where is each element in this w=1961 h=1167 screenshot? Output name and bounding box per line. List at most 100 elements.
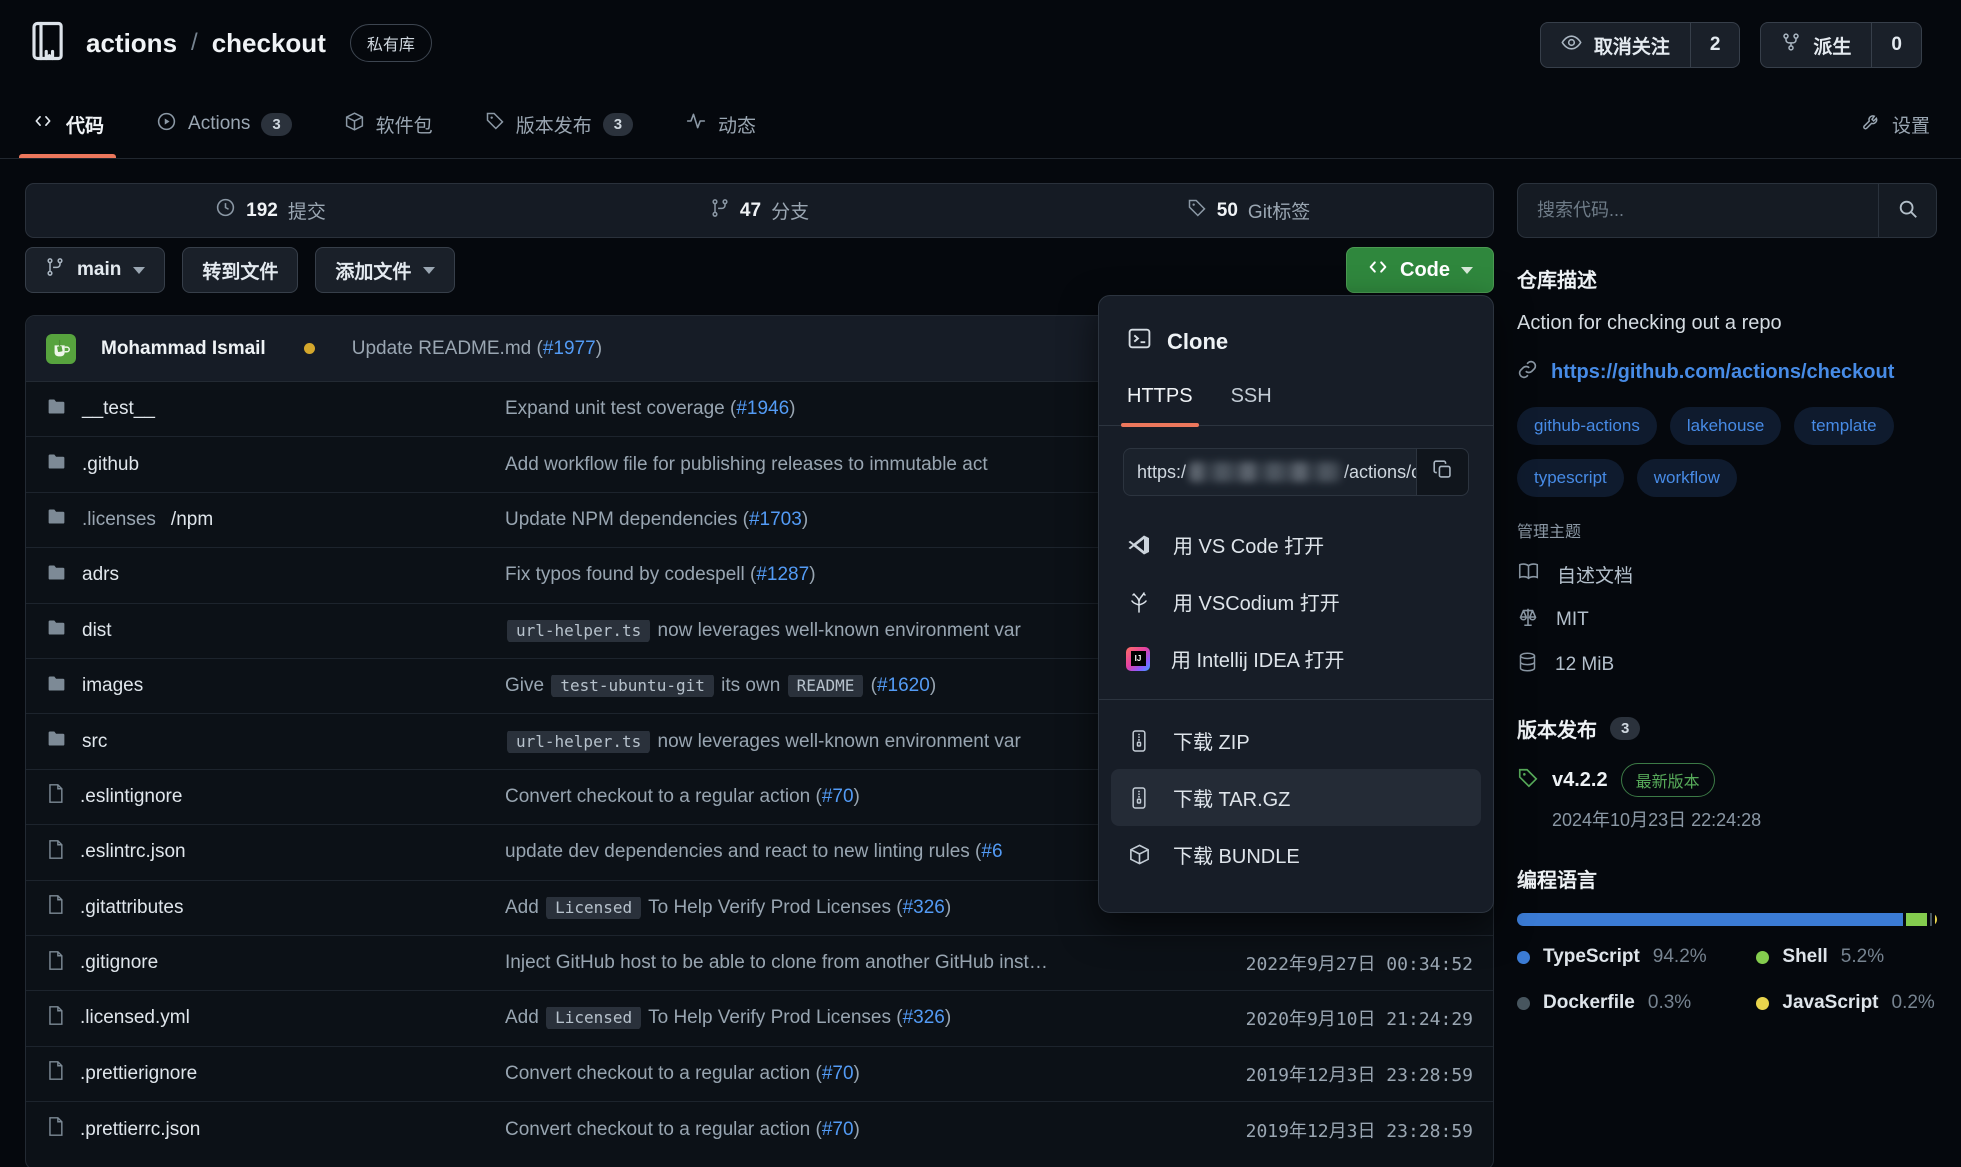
file-link[interactable]: .prettierrc.json <box>46 1116 505 1143</box>
file-link[interactable]: .github <box>46 451 505 478</box>
file-link[interactable]: .licenses/npm <box>46 506 505 533</box>
branches-stat[interactable]: 47 分支 <box>515 197 1004 224</box>
search-button[interactable] <box>1878 184 1936 237</box>
commit-message[interactable]: Convert checkout to a regular action (#7… <box>505 1119 1183 1141</box>
file-link[interactable]: .gitignore <box>46 950 505 977</box>
commits-stat[interactable]: 192 提交 <box>26 197 515 224</box>
search-input[interactable] <box>1518 184 1878 237</box>
issue-link[interactable]: #1977 <box>543 338 596 359</box>
issue-link[interactable]: #1946 <box>736 398 789 419</box>
commit-message[interactable]: Update NPM dependencies (#1703) <box>505 509 1183 531</box>
issue-link[interactable]: #70 <box>822 1063 854 1084</box>
language-legend-item[interactable]: Shell5.2% <box>1756 946 1937 968</box>
avatar[interactable] <box>46 334 76 364</box>
topic-list: github-actions lakehouse template typescrip… <box>1517 407 1937 497</box>
commit-message[interactable]: Add workflow file for publishing release… <box>505 454 1183 476</box>
tab-label: 代码 <box>66 111 104 138</box>
tab-代码[interactable]: 代码 <box>27 90 108 158</box>
forks-count[interactable]: 0 <box>1871 23 1921 67</box>
commit-message[interactable]: Fix typos found by codespell (#1287) <box>505 564 1183 586</box>
file-link[interactable]: .licensed.yml <box>46 1005 505 1032</box>
commit-message[interactable]: Convert checkout to a regular action (#7… <box>505 1063 1183 1085</box>
goto-file-button[interactable]: 转到文件 <box>182 247 298 293</box>
menu-item[interactable]: 下载 ZIP <box>1099 712 1493 769</box>
code-button[interactable]: Code <box>1346 247 1494 293</box>
commit-message[interactable]: Inject GitHub host to be able to clone f… <box>505 952 1183 974</box>
file-link[interactable]: .prettierignore <box>46 1060 505 1087</box>
watchers-count[interactable]: 2 <box>1690 23 1740 67</box>
repo-owner-link[interactable]: actions <box>86 28 177 59</box>
issue-link[interactable]: #1287 <box>756 564 809 585</box>
menu-item[interactable]: 下载 TAR.GZ <box>1111 769 1481 826</box>
commit-date: 2019年12月3日 23:28:59 <box>1183 1117 1473 1143</box>
tab-https[interactable]: HTTPS <box>1127 385 1193 425</box>
commit-message[interactable]: url-helper.ts now leverages well-known e… <box>505 620 1183 642</box>
releases-title[interactable]: 版本发布 <box>1517 714 1597 743</box>
meta-item[interactable]: MIT <box>1517 597 1937 642</box>
add-file-button[interactable]: 添加文件 <box>315 247 455 293</box>
website-link[interactable]: https://github.com/actions/checkout <box>1551 361 1894 384</box>
tab-Actions[interactable]: Actions3 <box>152 90 296 158</box>
issue-link[interactable]: #326 <box>903 897 945 918</box>
file-link[interactable]: src <box>46 728 505 755</box>
message-text: Fix typos found by codespell ( <box>505 564 756 585</box>
file-link[interactable]: .eslintignore <box>46 783 505 810</box>
language-legend-item[interactable]: JavaScript0.2% <box>1756 992 1937 1014</box>
file-link[interactable]: __test__ <box>46 396 505 423</box>
meta-item[interactable]: 自述文档 <box>1517 552 1937 597</box>
commit-status-icon[interactable] <box>304 343 315 354</box>
tab-settings[interactable]: 设置 <box>1862 90 1930 158</box>
topic-pill-template[interactable]: template <box>1794 407 1893 445</box>
commit-message[interactable]: url-helper.ts now leverages well-known e… <box>505 731 1183 753</box>
branch-selector[interactable]: main <box>25 247 165 293</box>
menu-item[interactable]: 下载 BUNDLE <box>1099 826 1493 883</box>
copy-url-button[interactable] <box>1417 448 1469 496</box>
message-text: update dev dependencies and react to new… <box>505 841 981 862</box>
menu-item[interactable]: IJ用 Intellij IDEA 打开 <box>1099 630 1493 687</box>
commit-message[interactable]: Update README.md (#1977) <box>352 338 602 360</box>
commit-message[interactable]: update dev dependencies and react to new… <box>505 841 1183 863</box>
tags-stat[interactable]: 50 Git标签 <box>1004 197 1493 224</box>
commit-message[interactable]: Give test-ubuntu-git its own README (#16… <box>505 675 1183 697</box>
fork-button[interactable]: 派生 0 <box>1760 22 1922 68</box>
release-version-link[interactable]: v4.2.2 <box>1552 769 1608 792</box>
tab-软件包[interactable]: 软件包 <box>340 90 437 158</box>
language-bar[interactable] <box>1517 913 1937 926</box>
issue-link[interactable]: #1703 <box>749 509 802 530</box>
issue-link[interactable]: #70 <box>822 1119 854 1140</box>
tab-版本发布[interactable]: 版本发布3 <box>481 90 637 158</box>
commit-message[interactable]: Expand unit test coverage (#1946) <box>505 398 1183 420</box>
copy-icon <box>1432 459 1453 485</box>
commit-message[interactable]: Convert checkout to a regular action (#7… <box>505 786 1183 808</box>
inline-code-chip: README <box>788 675 864 697</box>
menu-item[interactable]: 用 VS Code 打开 <box>1099 516 1493 573</box>
tab-ssh[interactable]: SSH <box>1231 385 1272 425</box>
file-link[interactable]: dist <box>46 617 505 644</box>
issue-link[interactable]: #1620 <box>877 675 930 696</box>
language-legend-item[interactable]: Dockerfile0.3% <box>1517 992 1756 1014</box>
issue-link[interactable]: #326 <box>903 1007 945 1028</box>
commit-message[interactable]: Add Licensed To Help Verify Prod License… <box>505 1007 1183 1029</box>
issue-link[interactable]: #6 <box>981 841 1002 862</box>
folder-icon <box>46 451 67 478</box>
manage-topics-link[interactable]: 管理主题 <box>1517 518 1937 542</box>
topic-pill-lakehouse[interactable]: lakehouse <box>1670 407 1782 445</box>
commit-author[interactable]: Mohammad Ismail <box>101 338 266 360</box>
menu-item[interactable]: 用 VSCodium 打开 <box>1099 573 1493 630</box>
clone-url-input[interactable]: https:/ /actions/che <box>1123 448 1417 496</box>
unwatch-button[interactable]: 取消关注 2 <box>1540 22 1741 68</box>
repo-name-link[interactable]: checkout <box>212 28 326 59</box>
language-legend-item[interactable]: TypeScript94.2% <box>1517 946 1756 968</box>
file-link[interactable]: .eslintrc.json <box>46 839 505 866</box>
clone-download-list: 下载 ZIP下载 TAR.GZ下载 BUNDLE <box>1099 712 1493 883</box>
topic-pill-workflow[interactable]: workflow <box>1637 459 1737 497</box>
file-link[interactable]: .gitattributes <box>46 894 505 921</box>
issue-link[interactable]: #70 <box>822 786 854 807</box>
tab-动态[interactable]: 动态 <box>681 90 760 158</box>
meta-item[interactable]: 12 MiB <box>1517 642 1937 687</box>
file-link[interactable]: adrs <box>46 562 505 589</box>
topic-pill-typescript[interactable]: typescript <box>1517 459 1624 497</box>
commit-message[interactable]: Add Licensed To Help Verify Prod License… <box>505 897 1183 919</box>
topic-pill-github-actions[interactable]: github-actions <box>1517 407 1657 445</box>
file-link[interactable]: images <box>46 673 505 700</box>
